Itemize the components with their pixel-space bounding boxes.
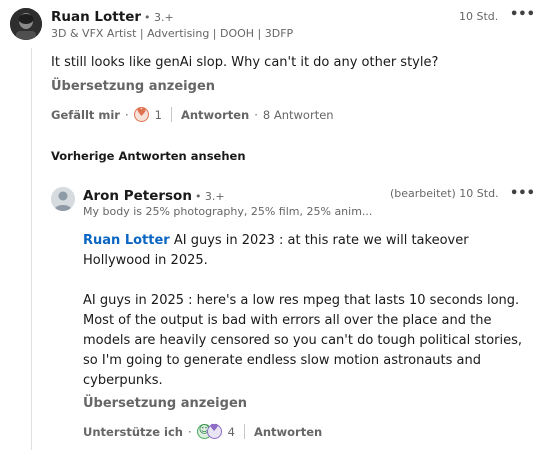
author-name[interactable]: Ruan Lotter [51,9,141,25]
thread-line [31,48,32,450]
translate-button[interactable]: Übersetzung anzeigen [83,396,247,411]
connection-degree: • 3.+ [144,11,174,24]
comment-author[interactable]: Ruan Lotter • 3.+ [51,9,174,25]
reaction-count[interactable]: 1 [155,108,162,122]
comment-time: 10 Std. [459,10,499,23]
support-button[interactable]: Unterstütze ich [83,425,183,439]
divider [170,107,172,122]
avatar[interactable] [10,8,42,40]
reply-text-paragraph-1: Ruan Lotter AI guys in 2023 : at this ra… [83,231,538,271]
comment-text: It still looks like genAi slop. Why can'… [51,55,439,70]
reply-time: (bearbeitet) 10 Std. [390,187,499,200]
reply-author[interactable]: Aron Peterson • 3.+ [83,188,225,204]
reply-button[interactable]: Antworten [181,108,249,122]
author-headline: My body is 25% photography, 25% film, 25… [83,205,373,218]
support-reaction-icon[interactable] [206,423,222,439]
love-reaction-icon[interactable] [133,106,149,122]
more-horizontal-icon[interactable]: ••• [510,7,535,22]
separator-dot: · [254,107,258,122]
default-avatar-icon [51,187,75,211]
author-name[interactable]: Aron Peterson [83,188,192,204]
more-horizontal-icon[interactable]: ••• [510,186,535,201]
author-headline: 3D & VFX Artist | Advertising | DOOH | 3… [51,27,294,40]
translate-button[interactable]: Übersetzung anzeigen [51,79,215,94]
reaction-count[interactable]: 4 [228,425,235,439]
separator-dot: · [124,107,129,122]
separator-dot: · [187,424,192,439]
like-button[interactable]: Gefällt mir [51,108,120,122]
previous-replies-link[interactable]: Vorherige Antworten ansehen [51,149,246,163]
reply-button[interactable]: Antworten [254,425,322,439]
mention-link[interactable]: Ruan Lotter [83,233,170,248]
reply-text-paragraph-2: AI guys in 2025 : here's a low res mpeg … [83,293,523,388]
replies-count[interactable]: 8 Antworten [263,108,334,122]
reply-actions: Unterstütze ich · 4 Antworten [83,423,322,439]
profile-photo-icon [10,8,42,40]
comment-actions: Gefällt mir · 1 Antworten · 8 Antworten [51,106,334,122]
divider [243,424,245,439]
reply-avatar[interactable] [51,187,75,211]
connection-degree: • 3.+ [194,190,225,203]
